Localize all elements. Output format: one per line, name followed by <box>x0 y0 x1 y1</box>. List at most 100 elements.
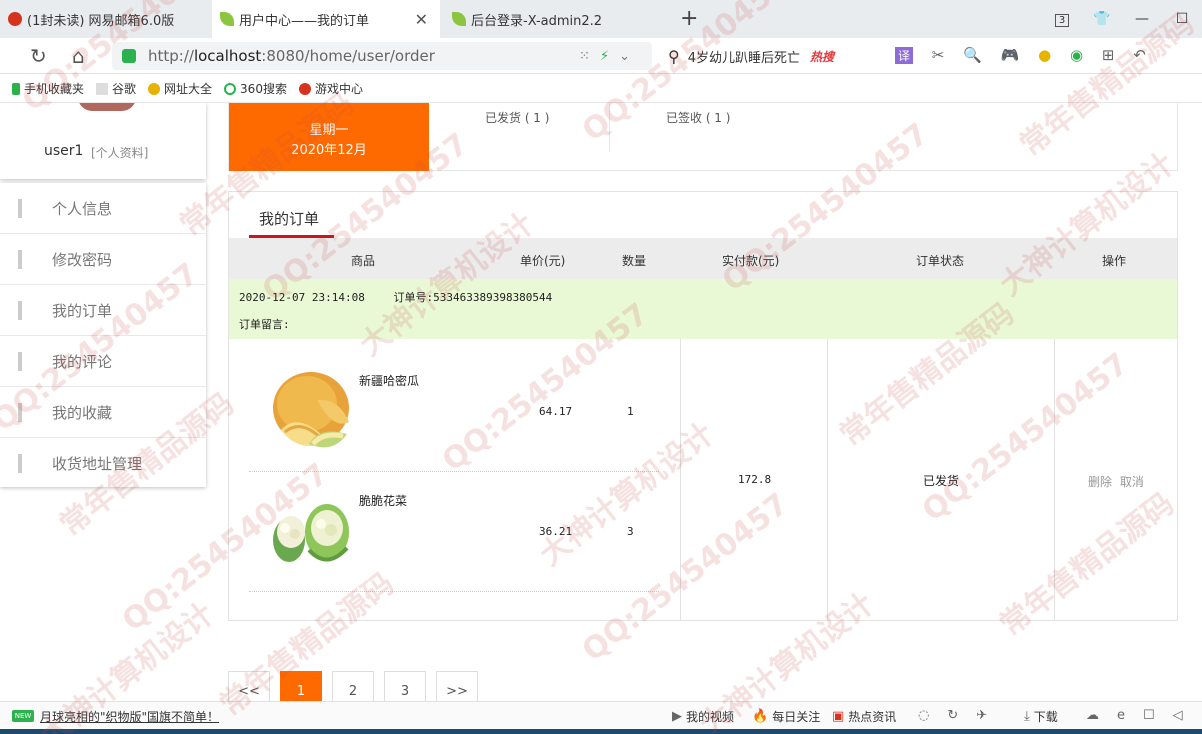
close-tab-icon[interactable]: ✕ <box>415 10 428 29</box>
status-my-videos[interactable]: ▶ 我的视频 <box>672 708 734 725</box>
shirt-icon[interactable]: 👕 <box>1082 11 1122 27</box>
maximize-icon[interactable]: ☐ <box>1162 11 1202 27</box>
profile-link[interactable]: [个人资料] <box>91 144 148 161</box>
phone-icon <box>12 82 20 95</box>
bookmark-directory[interactable]: 网址大全 <box>148 80 212 97</box>
translate-icon[interactable]: 译 <box>895 47 914 64</box>
tab-count-badge[interactable]: 3 <box>1042 11 1082 27</box>
bookmark-google[interactable]: 谷歌 <box>96 80 136 97</box>
bookmark-games[interactable]: 游戏中心 <box>298 80 363 97</box>
ie-icon[interactable]: e <box>1117 708 1139 723</box>
delete-order-link[interactable]: 删除 <box>1088 475 1112 489</box>
menu-bar-marker <box>18 199 22 218</box>
shipped-count[interactable]: 已发货 ( 1 ) <box>485 109 549 126</box>
undo-icon[interactable]: ↶ <box>1133 46 1146 64</box>
column-divider <box>827 339 828 620</box>
tab-admin-login[interactable]: 后台登录-X-admin2.2 <box>444 0 669 38</box>
new-badge-icon: NEW <box>12 710 34 722</box>
leaf-icon <box>452 12 466 26</box>
column-divider <box>1054 339 1055 620</box>
tab-title: 用户中心——我的订单 <box>239 13 370 29</box>
tab-user-orders[interactable]: 用户中心——我的订单 ✕ <box>212 0 440 38</box>
feedback-icon[interactable]: ◌ <box>918 708 943 723</box>
volume-icon[interactable]: ◁ <box>1173 708 1197 723</box>
reload-icon[interactable]: ↻ <box>30 44 47 68</box>
address-bar-icons: ⁙⚡⌄ <box>579 49 640 64</box>
pager-page-2[interactable]: 2 <box>332 671 374 701</box>
status-download[interactable]: ⤓ 下载 <box>1024 708 1058 725</box>
bookmark-mobile[interactable]: 手机收藏夹 <box>12 80 84 97</box>
product-name[interactable]: 脆脆花菜 <box>359 492 407 509</box>
chevron-down-icon[interactable]: ⌄ <box>619 49 640 64</box>
refresh-icon[interactable]: ↻ <box>947 708 972 723</box>
sidebar-item-profile[interactable]: 个人信息 <box>0 183 206 234</box>
order-datetime: 2020-12-07 23:14:08 <box>239 291 365 304</box>
news-ticker-link[interactable]: 月球亮相的"织物版"国旗不简单！ <box>40 708 219 725</box>
tab-netease-mail[interactable]: (1封未读) 网易邮箱6.0版 <box>0 0 210 38</box>
game-center-icon <box>298 82 311 95</box>
toolbar-icons: 译 ✂ 🔍 🎮 ● ◉ ⊞ ↶ <box>895 46 1160 64</box>
address-bar[interactable]: http://localhost:8080/home/user/order ⁙⚡… <box>112 42 652 70</box>
status-label: 每日关注 <box>772 710 821 724</box>
column-divider <box>680 339 681 620</box>
header-actions: 操作 <box>1102 254 1127 268</box>
scissors-icon[interactable]: ✂ <box>932 46 945 64</box>
received-count[interactable]: 已签收 ( 1 ) <box>666 109 730 126</box>
bookmark-label: 网址大全 <box>164 82 213 96</box>
status-hot-news[interactable]: ▣ 热点资讯 <box>832 708 896 725</box>
pager-next-button[interactable]: >> <box>436 671 478 701</box>
news-icon: ▣ <box>832 709 845 724</box>
stats-divider <box>609 103 610 151</box>
360-icon <box>224 82 237 95</box>
url-text: http://localhost:8080/home/user/order <box>148 47 435 65</box>
window-controls: 3 👕 — ☐ <box>1042 0 1202 38</box>
sidebar-item-orders[interactable]: 我的订单 <box>0 285 206 336</box>
bookmark-360search[interactable]: 360搜索 <box>224 80 287 97</box>
os-taskbar <box>0 729 1202 734</box>
search-box[interactable]: ⚲ 4岁幼儿趴睡后死亡 热搜 <box>668 42 876 70</box>
sidebar-item-addresses[interactable]: 收货地址管理 <box>0 438 206 489</box>
header-quantity: 数量 <box>622 254 647 268</box>
sidebar-item-label: 我的订单 <box>52 301 113 320</box>
browser-status-bar: NEW 月球亮相的"织物版"国旗不简单！ ▶ 我的视频 🔥 每日关注 ▣ 热点资讯 ◌… <box>0 701 1202 729</box>
page-icon <box>96 82 109 95</box>
home-icon[interactable]: ⌂ <box>72 44 85 68</box>
cauliflower-image[interactable] <box>269 490 353 574</box>
page-content: user1 [个人资料] 个人信息 修改密码 我的订单 我的评论 我的收藏 收货… <box>0 103 1202 701</box>
pager-prev-button[interactable]: << <box>228 671 270 701</box>
apps-grid-icon[interactable]: ⊞ <box>1102 46 1115 64</box>
gamepad-icon[interactable]: 🎮 <box>1001 46 1020 64</box>
status-label: 我的视频 <box>686 710 735 724</box>
magnifier-icon[interactable]: 🔍 <box>963 46 982 64</box>
browser-tab-bar: (1封未读) 网易邮箱6.0版 用户中心——我的订单 ✕ 后台登录-X-admi… <box>0 0 1202 38</box>
bookmark-label: 手机收藏夹 <box>24 82 85 96</box>
product-qty: 3 <box>627 525 634 538</box>
pager-page-1[interactable]: 1 <box>280 671 322 701</box>
netease-mail-icon <box>8 12 22 26</box>
avatar[interactable] <box>78 103 136 111</box>
melon-image[interactable] <box>269 370 353 454</box>
my-orders-panel: 我的订单 商品 单价(元) 数量 实付款(元) 订单状态 操作 2020-12-… <box>228 191 1178 621</box>
sidebar-item-comments[interactable]: 我的评论 <box>0 336 206 387</box>
menu-bar-marker <box>18 301 22 320</box>
product-price: 64.17 <box>539 405 573 418</box>
grid-icon[interactable]: ⁙ <box>579 49 600 64</box>
lightning-icon[interactable]: ⚡ <box>600 49 619 64</box>
user-sidebar-menu: 个人信息 修改密码 我的订单 我的评论 我的收藏 收货地址管理 <box>0 183 206 487</box>
window-icon[interactable]: ☐ <box>1143 708 1169 723</box>
url-path: :8080/home/user/order <box>261 47 435 65</box>
sidebar-item-password[interactable]: 修改密码 <box>0 234 206 285</box>
cancel-order-link[interactable]: 取消 <box>1120 475 1144 489</box>
product-name[interactable]: 新疆哈密瓜 <box>359 372 419 389</box>
green-circle-icon[interactable]: ◉ <box>1070 46 1083 64</box>
rocket-icon[interactable]: ✈ <box>976 708 1001 723</box>
video-icon: ▶ <box>672 709 682 724</box>
new-tab-icon[interactable]: + <box>680 6 698 31</box>
cloud-icon[interactable]: ☁ <box>1086 708 1113 723</box>
sidebar-item-favorites[interactable]: 我的收藏 <box>0 387 206 438</box>
status-daily-focus[interactable]: 🔥 每日关注 <box>752 708 820 725</box>
coin-icon[interactable]: ● <box>1038 46 1051 64</box>
pager-page-3[interactable]: 3 <box>384 671 426 701</box>
minimize-icon[interactable]: — <box>1122 11 1162 27</box>
orders-title: 我的订单 <box>259 210 320 228</box>
